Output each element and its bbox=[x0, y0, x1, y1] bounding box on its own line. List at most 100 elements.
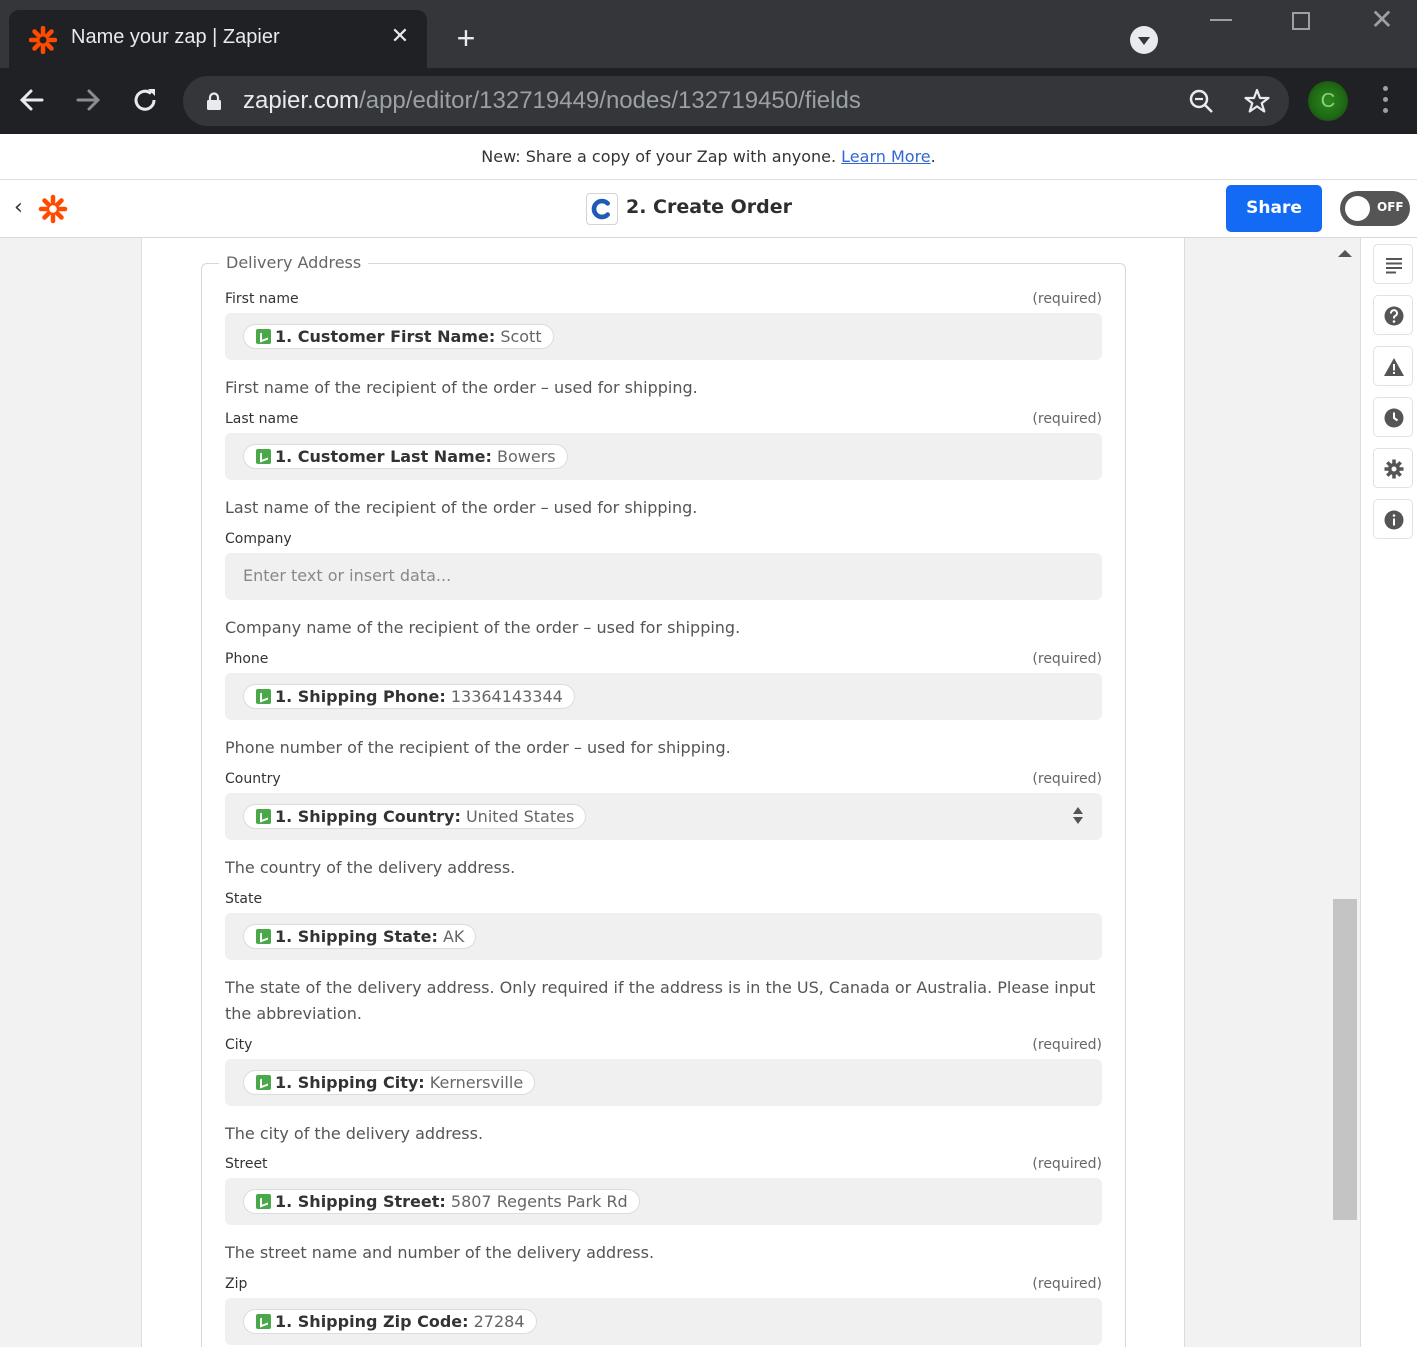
tab-close-icon[interactable]: ✕ bbox=[387, 24, 413, 50]
share-button[interactable]: Share bbox=[1226, 185, 1322, 232]
gear-icon bbox=[1384, 459, 1404, 479]
required-indicator: (required) bbox=[1032, 1037, 1102, 1053]
data-pill[interactable]: 1. Shipping Phone: 13364143344 bbox=[243, 684, 575, 709]
help-icon bbox=[1384, 306, 1404, 326]
rail-button-history[interactable] bbox=[1373, 397, 1413, 437]
forward-arrow-icon[interactable] bbox=[70, 82, 106, 118]
clock-icon bbox=[1384, 408, 1404, 428]
browser-menu-icon[interactable] bbox=[1378, 86, 1392, 116]
required-indicator: (required) bbox=[1032, 291, 1102, 307]
data-pill[interactable]: 1. Shipping City: Kernersville bbox=[243, 1070, 536, 1095]
field-help: The city of the delivery address. bbox=[225, 1124, 484, 1143]
data-pill[interactable]: 1. Shipping State: AK bbox=[243, 924, 477, 949]
window-maximize-icon[interactable] bbox=[1292, 12, 1310, 30]
reload-icon[interactable] bbox=[127, 82, 163, 118]
toggle-knob bbox=[1345, 196, 1370, 221]
browser-toolbar: zapier.com/app/editor/132719449/nodes/13… bbox=[0, 68, 1417, 134]
zapier-favicon-icon bbox=[29, 26, 57, 54]
field-help: First name of the recipient of the order… bbox=[225, 378, 698, 397]
app-step-icon bbox=[256, 329, 271, 344]
rail-button-alerts[interactable] bbox=[1373, 346, 1413, 386]
zap-on-off-toggle[interactable]: OFF bbox=[1340, 191, 1410, 226]
field-help: The street name and number of the delive… bbox=[225, 1243, 655, 1262]
editor-header: ‹ 2. Create Order Share OFF bbox=[0, 180, 1417, 238]
window-minimize-icon[interactable] bbox=[1210, 19, 1232, 21]
field-label: Street bbox=[225, 1156, 268, 1172]
data-pill[interactable]: 1. Shipping Zip Code: 27284 bbox=[243, 1309, 537, 1334]
new-tab-icon[interactable]: + bbox=[448, 20, 484, 56]
country-select[interactable]: 1. Shipping Country: United States bbox=[225, 793, 1102, 840]
back-arrow-icon[interactable] bbox=[14, 82, 50, 118]
tab-search-icon[interactable] bbox=[1130, 26, 1158, 54]
scrollbar-thumb[interactable] bbox=[1333, 899, 1357, 1220]
back-chevron-icon[interactable]: ‹ bbox=[14, 196, 34, 220]
window-close-icon[interactable]: ✕ bbox=[1368, 6, 1396, 34]
field-help: Company name of the recipient of the ord… bbox=[225, 618, 741, 637]
field-label: City bbox=[225, 1037, 253, 1053]
step-title[interactable]: 2. Create Order bbox=[626, 196, 792, 218]
field-label: Company bbox=[225, 531, 292, 547]
required-indicator: (required) bbox=[1032, 411, 1102, 427]
rail-button-info[interactable] bbox=[1373, 499, 1413, 539]
rail-button-details[interactable] bbox=[1373, 244, 1413, 284]
browser-tab-bar: Name your zap | Zapier ✕ + ✕ bbox=[0, 0, 1417, 68]
zoom-icon[interactable] bbox=[1187, 87, 1215, 115]
bookmark-star-icon[interactable] bbox=[1243, 87, 1271, 115]
profile-avatar[interactable]: C bbox=[1308, 81, 1348, 121]
zapier-logo-icon[interactable] bbox=[38, 194, 68, 224]
lock-icon bbox=[207, 92, 221, 110]
state-input[interactable]: 1. Shipping State: AK bbox=[225, 913, 1102, 960]
field-label: State bbox=[225, 891, 263, 907]
field-label: First name bbox=[225, 291, 299, 307]
scroll-up-arrow-icon[interactable] bbox=[1338, 250, 1352, 257]
data-pill[interactable]: 1. Customer Last Name: Bowers bbox=[243, 444, 568, 469]
required-indicator: (required) bbox=[1032, 1156, 1102, 1172]
url-text[interactable]: zapier.com/app/editor/132719449/nodes/13… bbox=[243, 87, 861, 115]
field-help: The state of the delivery address. Only … bbox=[225, 978, 1096, 1023]
required-indicator: (required) bbox=[1032, 771, 1102, 787]
data-pill[interactable]: 1. Customer First Name: Scott bbox=[243, 324, 554, 349]
data-pill[interactable]: 1. Shipping Street: 5807 Regents Park Rd bbox=[243, 1189, 640, 1214]
first-name-input[interactable]: 1. Customer First Name: Scott bbox=[225, 313, 1102, 360]
announcement-suffix: . bbox=[930, 147, 936, 166]
warning-icon bbox=[1384, 358, 1404, 376]
zip-input[interactable]: 1. Shipping Zip Code: 27284 bbox=[225, 1298, 1102, 1345]
field-label: Phone bbox=[225, 651, 269, 667]
app-step-icon bbox=[256, 809, 271, 824]
input-placeholder: Enter text or insert data... bbox=[243, 566, 452, 585]
field-help: Last name of the recipient of the order … bbox=[225, 498, 698, 517]
browser-tab[interactable]: Name your zap | Zapier ✕ bbox=[9, 10, 427, 68]
app-step-icon bbox=[256, 689, 271, 704]
section-legend: Delivery Address bbox=[219, 253, 369, 272]
list-icon bbox=[1386, 258, 1402, 274]
delivery-address-section: Delivery Address First name (required) 1… bbox=[201, 253, 1126, 1347]
app-step-icon bbox=[256, 449, 271, 464]
street-input[interactable]: 1. Shipping Street: 5807 Regents Park Rd bbox=[225, 1178, 1102, 1225]
announcement-bar: New: Share a copy of your Zap with anyon… bbox=[0, 134, 1417, 180]
app-step-icon bbox=[256, 1194, 271, 1209]
required-indicator: (required) bbox=[1032, 1276, 1102, 1292]
address-bar[interactable]: zapier.com/app/editor/132719449/nodes/13… bbox=[183, 76, 1289, 126]
city-input[interactable]: 1. Shipping City: Kernersville bbox=[225, 1059, 1102, 1106]
tab-title: Name your zap | Zapier bbox=[71, 26, 280, 48]
field-label: Last name bbox=[225, 411, 299, 427]
rail-button-settings[interactable] bbox=[1373, 448, 1413, 488]
field-help: Phone number of the recipient of the ord… bbox=[225, 738, 731, 757]
app-step-icon bbox=[256, 929, 271, 944]
company-input[interactable]: Enter text or insert data... bbox=[225, 553, 1102, 600]
phone-input[interactable]: 1. Shipping Phone: 13364143344 bbox=[225, 673, 1102, 720]
field-label: Country bbox=[225, 771, 281, 787]
field-label: Zip bbox=[225, 1276, 248, 1292]
rail-button-help[interactable] bbox=[1373, 295, 1413, 335]
app-c-icon bbox=[586, 193, 618, 225]
data-pill[interactable]: 1. Shipping Country: United States bbox=[243, 804, 587, 829]
last-name-input[interactable]: 1. Customer Last Name: Bowers bbox=[225, 433, 1102, 480]
info-icon bbox=[1384, 510, 1404, 530]
select-arrows-icon[interactable] bbox=[1072, 807, 1084, 827]
app-step-icon bbox=[256, 1075, 271, 1090]
step-editor-panel: Delivery Address First name (required) 1… bbox=[141, 238, 1185, 1347]
announcement-text: New: Share a copy of your Zap with anyon… bbox=[481, 147, 842, 166]
learn-more-link[interactable]: Learn More bbox=[841, 147, 930, 166]
app-step-icon bbox=[256, 1314, 271, 1329]
required-indicator: (required) bbox=[1032, 651, 1102, 667]
